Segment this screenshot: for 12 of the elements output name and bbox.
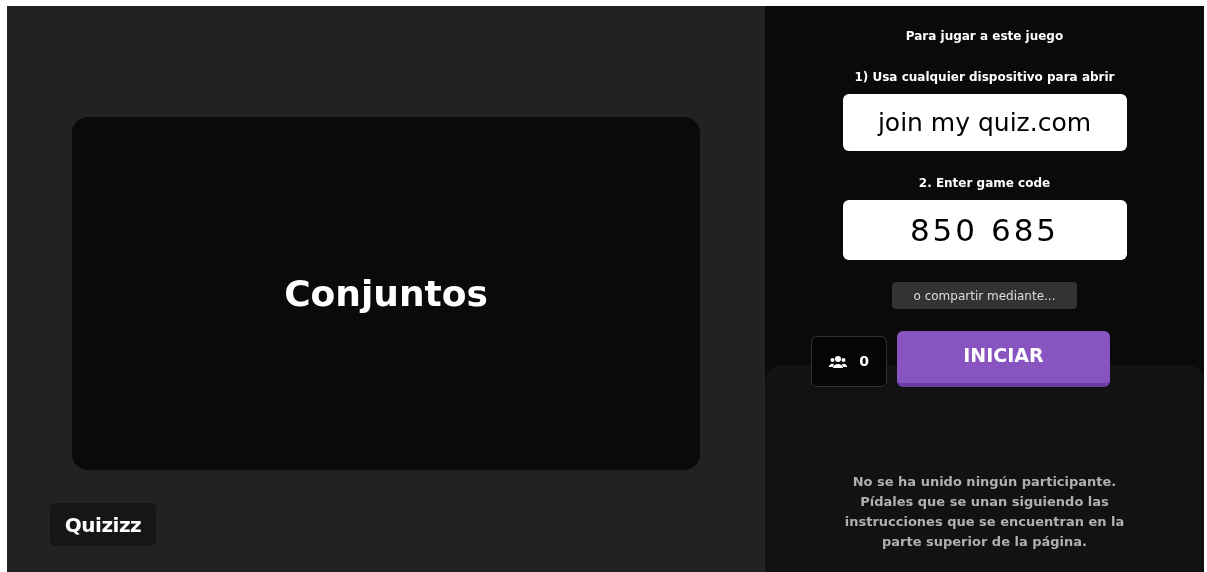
player-count-value: 0 xyxy=(859,352,869,371)
join-heading: Para jugar a este juego xyxy=(905,28,1064,45)
empty-message: No se ha unido ningún participante. Pídales que se unan siguiendo las instrucciones que se encuentran en la parte superior de la página. xyxy=(843,473,1126,551)
share-button[interactable]: o compartir mediante... xyxy=(892,282,1077,309)
start-button[interactable]: INICIAR xyxy=(897,331,1110,387)
users-icon xyxy=(829,355,848,368)
logo: Quizizz xyxy=(50,503,156,546)
quiz-title: Conjuntos xyxy=(284,271,488,316)
step-two-text: 2. Enter game code xyxy=(918,175,1051,192)
step-one-text: 1) Usa cualquier dispositivo para abrir xyxy=(854,69,1115,86)
join-url: join my quiz.com xyxy=(842,94,1127,151)
game-code: 850 685 xyxy=(842,200,1127,260)
